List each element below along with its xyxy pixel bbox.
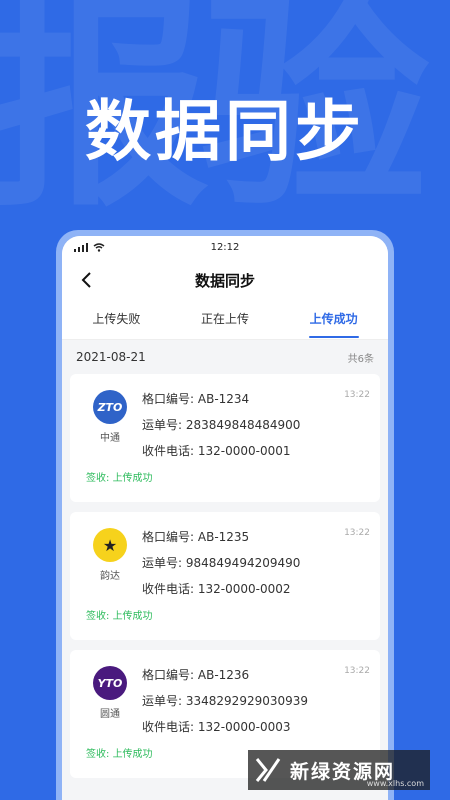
yto-logo-icon: YTO: [93, 666, 127, 700]
tab-upload-success[interactable]: 上传成功: [279, 302, 388, 340]
slot-number: 格口编号: AB-1235: [142, 530, 250, 544]
date-header: 2021-08-21 共6条: [62, 340, 388, 374]
record-count: 共6条: [347, 353, 374, 365]
tab-upload-failed[interactable]: 上传失败: [62, 302, 171, 340]
brand-watermark: 新绿资源网 www.xlhs.com: [248, 750, 430, 790]
tab-uploading[interactable]: 正在上传: [171, 302, 280, 340]
waybill-number: 运单号: 3348292929030939: [142, 694, 309, 708]
waybill-number: 运单号: 984849494209490: [142, 556, 301, 570]
courier-name: 韵达: [100, 571, 120, 582]
date-label: 2021-08-21: [76, 350, 146, 364]
slot-number: 格口编号: AB-1236: [142, 668, 250, 682]
yunda-logo-icon: ★: [93, 528, 127, 562]
courier-name: 中通: [100, 433, 120, 444]
recipient-phone: 收件电话: 132-0000-0001: [142, 444, 291, 458]
hero-title: 数据同步: [85, 93, 365, 170]
recipient-phone: 收件电话: 132-0000-0003: [142, 720, 291, 734]
record-time: 13:22: [344, 528, 370, 538]
tab-bar: 上传失败 正在上传 上传成功: [62, 302, 388, 340]
waybill-number: 运单号: 283849848484900: [142, 418, 301, 432]
page-title: 数据同步: [194, 271, 255, 290]
status-bar: 12:12: [62, 236, 388, 258]
record-time: 13:22: [344, 390, 370, 400]
nav-bar: 数据同步: [62, 258, 388, 302]
status-time: 12:12: [210, 241, 240, 253]
record-time: 13:22: [344, 666, 370, 676]
app-screen: 12:12 数据同步 上传失败 正在上传 上传成功 2021-08-21 共6条…: [62, 236, 388, 800]
slot-number: 格口编号: AB-1234: [142, 392, 250, 406]
brand-url: www.xlhs.com: [366, 779, 424, 788]
sign-status: 签收: 上传成功: [86, 611, 153, 622]
brand-logo-icon: [255, 758, 281, 782]
recipient-phone: 收件电话: 132-0000-0002: [142, 582, 291, 596]
back-arrow-icon[interactable]: [80, 271, 94, 289]
zto-logo-icon: ZTO: [93, 390, 127, 424]
record-card[interactable]: ★ 韵达 格口编号: AB-1235 运单号: 984849494209490 …: [70, 512, 380, 640]
sign-status: 签收: 上传成功: [86, 749, 153, 760]
record-card[interactable]: ZTO 中通 格口编号: AB-1234 运单号: 28384984848490…: [70, 374, 380, 502]
sign-status: 签收: 上传成功: [86, 473, 153, 484]
courier-name: 圆通: [100, 709, 120, 720]
